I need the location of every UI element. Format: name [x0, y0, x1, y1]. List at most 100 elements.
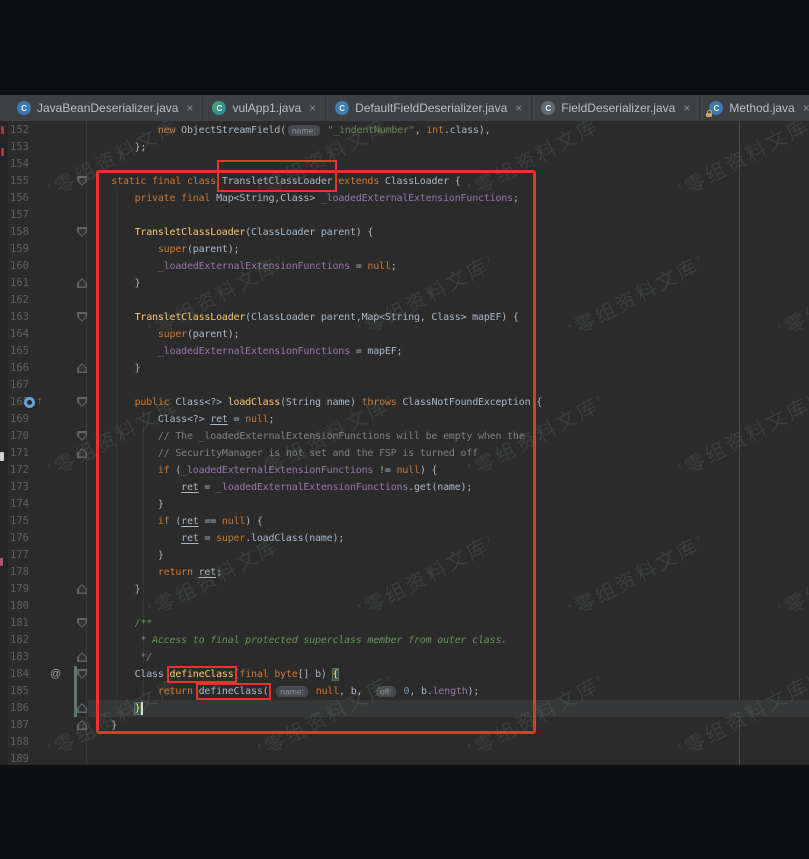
line-number: 163 — [10, 311, 29, 323]
line-number: 177 — [10, 549, 29, 561]
code-cell[interactable]: } — [88, 360, 809, 377]
tab-method-java[interactable]: CMethod.java× — [700, 95, 809, 121]
fold-open-icon[interactable] — [77, 618, 87, 628]
code-cell[interactable]: _loadedExternalExtensionFunctions = null… — [88, 258, 809, 275]
line-number: 184 — [10, 668, 29, 680]
code-cell[interactable]: static final class TransletClassLoader e… — [88, 173, 809, 190]
tab-vulapp1-java[interactable]: CvulApp1.java× — [203, 95, 326, 121]
code-cell[interactable]: ret = _loadedExternalExtensionFunctions.… — [88, 479, 809, 496]
code-line-row: 177 } — [0, 547, 809, 564]
override-method-icon[interactable] — [24, 397, 35, 408]
gutter: 157 — [0, 207, 88, 224]
fold-close-icon[interactable] — [77, 652, 87, 662]
code-line-row: 170 // The _loadedExternalExtensionFunct… — [0, 428, 809, 445]
fold-close-icon[interactable] — [77, 703, 87, 713]
code-cell[interactable]: Class<?> ret = null; — [88, 411, 809, 428]
code-cell[interactable]: TransletClassLoader(ClassLoader parent,M… — [88, 309, 809, 326]
tab-fielddeserializer-java[interactable]: CFieldDeserializer.java× — [532, 95, 700, 121]
close-icon[interactable]: × — [186, 101, 193, 115]
token: _loadedExternalExtensionFunctions — [158, 346, 350, 357]
token: ret — [181, 482, 198, 493]
token: _loadedExternalExtensionFunctions — [158, 261, 350, 272]
token: super — [216, 533, 245, 544]
fold-open-icon[interactable] — [77, 227, 87, 237]
code-cell[interactable]: } — [88, 275, 809, 292]
token: // SecurityManager is not set and the FS… — [158, 448, 478, 459]
line-number: 160 — [10, 260, 29, 272]
fold-close-icon[interactable] — [77, 720, 87, 730]
code-cell[interactable]: }; — [88, 139, 809, 156]
close-icon[interactable]: × — [803, 101, 809, 115]
line-number: 152 — [10, 124, 29, 136]
code-cell[interactable]: ret = super.loadClass(name); — [88, 530, 809, 547]
code-line-row: 158 TransletClassLoader(ClassLoader pare… — [0, 224, 809, 241]
code-cell[interactable] — [88, 292, 809, 309]
code-cell[interactable]: } — [88, 581, 809, 598]
code-text: } — [88, 547, 164, 564]
code-cell[interactable] — [88, 377, 809, 394]
fold-open-icon[interactable] — [77, 431, 87, 441]
gutter: 188 — [0, 734, 88, 751]
code-cell[interactable]: } — [88, 547, 809, 564]
code-line-row: 179 } — [0, 581, 809, 598]
token: /** — [135, 618, 152, 629]
code-cell[interactable] — [88, 751, 809, 765]
override-arrow-icon: ↑ — [37, 394, 43, 409]
code-cell[interactable]: * Access to final protected superclass m… — [88, 632, 809, 649]
code-cell[interactable]: _loadedExternalExtensionFunctions = mapE… — [88, 343, 809, 360]
fold-close-icon[interactable] — [77, 448, 87, 458]
code-cell[interactable] — [88, 207, 809, 224]
fold-open-icon[interactable] — [77, 176, 87, 186]
code-cell[interactable]: TransletClassLoader(ClassLoader parent) … — [88, 224, 809, 241]
code-cell[interactable] — [88, 156, 809, 173]
code-text: } — [88, 360, 140, 377]
token: .class), — [444, 125, 491, 136]
line-number: 166 — [10, 362, 29, 374]
code-cell[interactable]: /** — [88, 615, 809, 632]
fold-open-icon[interactable] — [77, 397, 87, 407]
code-text: public Class<?> loadClass(String name) t… — [88, 394, 542, 411]
code-cell[interactable]: if (_loadedExternalExtensionFunctions !=… — [88, 462, 809, 479]
code-cell[interactable]: // SecurityManager is not set and the FS… — [88, 445, 809, 462]
code-cell[interactable]: super(parent); — [88, 326, 809, 343]
fold-close-icon[interactable] — [77, 278, 87, 288]
code-cell[interactable]: public Class<?> loadClass(String name) t… — [88, 394, 809, 411]
vcs-change-bar[interactable] — [74, 666, 77, 717]
token: defineClass — [170, 669, 234, 680]
fold-open-icon[interactable] — [77, 669, 87, 679]
code-cell[interactable]: private final Map<String,Class> _loadedE… — [88, 190, 809, 207]
code-cell[interactable]: return ret; — [88, 564, 809, 581]
code-text: Class defineClass(final byte[] b) { — [88, 666, 338, 683]
code-cell[interactable]: } — [88, 496, 809, 513]
token: ObjectStreamField( — [181, 125, 286, 136]
code-line-row: 180 — [0, 598, 809, 615]
gutter: 178 — [0, 564, 88, 581]
close-icon[interactable]: × — [683, 101, 690, 115]
gutter: 180 — [0, 598, 88, 615]
code-line-row: 188 — [0, 734, 809, 751]
code-cell[interactable] — [88, 598, 809, 615]
code-editor[interactable]: 152 new ObjectStreamField(name: "_indent… — [0, 121, 809, 765]
annotation-at-icon: @ — [50, 667, 61, 682]
fold-close-icon[interactable] — [77, 584, 87, 594]
tab-javabeandeserializer-java[interactable]: CJavaBeanDeserializer.java× — [8, 95, 203, 121]
code-cell[interactable]: new ObjectStreamField(name: "_indentNumb… — [88, 122, 809, 139]
code-cell[interactable]: super(parent); — [88, 241, 809, 258]
fold-open-icon[interactable] — [77, 312, 87, 322]
code-cell[interactable]: } — [88, 700, 809, 717]
code-cell[interactable]: return defineClass( name: null, b, off: … — [88, 683, 809, 700]
code-cell[interactable] — [88, 734, 809, 751]
token: } — [158, 499, 164, 510]
code-cell[interactable]: // The _loadedExternalExtensionFunctions… — [88, 428, 809, 445]
tab-label: vulApp1.java — [232, 101, 301, 115]
tab-defaultfielddeserializer-java[interactable]: CDefaultFieldDeserializer.java× — [326, 95, 532, 121]
code-cell[interactable]: Class defineClass(final byte[] b) { — [88, 666, 809, 683]
code-cell[interactable]: */ — [88, 649, 809, 666]
fold-close-icon[interactable] — [77, 363, 87, 373]
code-text: private final Map<String,Class> _loadedE… — [88, 190, 519, 207]
code-cell[interactable]: if (ret == null) { — [88, 513, 809, 530]
close-icon[interactable]: × — [515, 101, 522, 115]
close-icon[interactable]: × — [309, 101, 316, 115]
code-cell[interactable]: } — [88, 717, 809, 734]
token: throws — [362, 397, 403, 408]
